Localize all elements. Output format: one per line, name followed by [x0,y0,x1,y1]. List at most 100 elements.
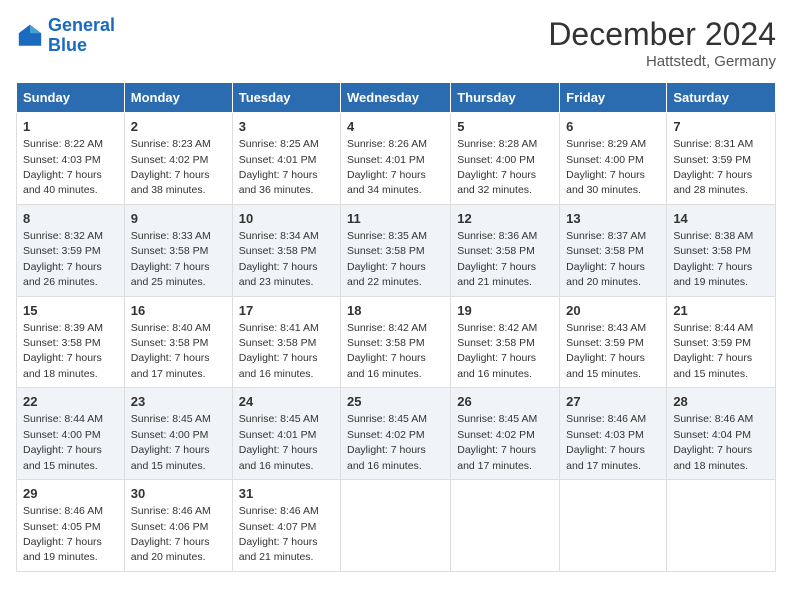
weekday-header: Tuesday [232,83,340,113]
logo-icon [16,22,44,50]
day-info: Sunrise: 8:41 AM Sunset: 3:58 PM Dayligh… [239,322,319,380]
day-info: Sunrise: 8:33 AM Sunset: 3:58 PM Dayligh… [131,230,211,288]
calendar-cell: 26 Sunrise: 8:45 AM Sunset: 4:02 PM Dayli… [451,388,560,480]
day-number: 7 [673,118,769,136]
day-number: 29 [23,485,118,503]
day-number: 9 [131,210,226,228]
day-info: Sunrise: 8:42 AM Sunset: 3:58 PM Dayligh… [347,322,427,380]
day-info: Sunrise: 8:36 AM Sunset: 3:58 PM Dayligh… [457,230,537,288]
logo: General Blue [16,16,115,56]
day-info: Sunrise: 8:46 AM Sunset: 4:06 PM Dayligh… [131,505,211,563]
calendar-cell: 20Sunrise: 8:43 AM Sunset: 3:59 PM Dayli… [560,296,667,388]
calendar-table: SundayMondayTuesdayWednesdayThursdayFrid… [16,82,776,572]
day-info: Sunrise: 8:46 AM Sunset: 4:03 PM Dayligh… [566,413,646,471]
day-number: 3 [239,118,334,136]
calendar-week-row: 15 Sunrise: 8:39 AM Sunset: 3:58 PM Dayli… [17,296,776,388]
calendar-cell: 14Sunrise: 8:38 AM Sunset: 3:58 PM Dayli… [667,204,776,296]
calendar-cell: 7 Sunrise: 8:31 AM Sunset: 3:59 PM Daylig… [667,113,776,205]
weekday-header-row: SundayMondayTuesdayWednesdayThursdayFrid… [17,83,776,113]
weekday-header: Saturday [667,83,776,113]
calendar-cell: 19Sunrise: 8:42 AM Sunset: 3:58 PM Dayli… [451,296,560,388]
day-info: Sunrise: 8:44 AM Sunset: 3:59 PM Dayligh… [673,322,753,380]
calendar-cell: 1 Sunrise: 8:22 AM Sunset: 4:03 PM Daylig… [17,113,125,205]
calendar-cell: 11 Sunrise: 8:35 AM Sunset: 3:58 PM Dayli… [341,204,451,296]
day-info: Sunrise: 8:37 AM Sunset: 3:58 PM Dayligh… [566,230,646,288]
calendar-cell: 18Sunrise: 8:42 AM Sunset: 3:58 PM Dayli… [341,296,451,388]
day-number: 24 [239,393,334,411]
calendar-cell: 28 Sunrise: 8:46 AM Sunset: 4:04 PM Dayli… [667,388,776,480]
calendar-week-row: 22 Sunrise: 8:44 AM Sunset: 4:00 PM Dayli… [17,388,776,480]
calendar-cell: 9 Sunrise: 8:33 AM Sunset: 3:58 PM Daylig… [124,204,232,296]
day-number: 2 [131,118,226,136]
calendar-cell: 3 Sunrise: 8:25 AM Sunset: 4:01 PM Daylig… [232,113,340,205]
day-number: 11 [347,210,444,228]
day-number: 31 [239,485,334,503]
weekday-header: Sunday [17,83,125,113]
calendar-cell [451,480,560,572]
calendar-cell: 8Sunrise: 8:32 AM Sunset: 3:59 PM Daylig… [17,204,125,296]
month-title: December 2024 [548,16,776,53]
calendar-cell: 29 Sunrise: 8:46 AM Sunset: 4:05 PM Dayli… [17,480,125,572]
day-number: 1 [23,118,118,136]
day-info: Sunrise: 8:46 AM Sunset: 4:04 PM Dayligh… [673,413,753,471]
day-number: 28 [673,393,769,411]
day-info: Sunrise: 8:45 AM Sunset: 4:02 PM Dayligh… [457,413,537,471]
calendar-cell: 27 Sunrise: 8:46 AM Sunset: 4:03 PM Dayli… [560,388,667,480]
calendar-cell: 15 Sunrise: 8:39 AM Sunset: 3:58 PM Dayli… [17,296,125,388]
calendar-cell: 21Sunrise: 8:44 AM Sunset: 3:59 PM Dayli… [667,296,776,388]
title-area: December 2024 Hattstedt, Germany [548,16,776,70]
day-info: Sunrise: 8:35 AM Sunset: 3:58 PM Dayligh… [347,230,427,288]
calendar-cell [667,480,776,572]
day-number: 5 [457,118,553,136]
day-info: Sunrise: 8:45 AM Sunset: 4:00 PM Dayligh… [131,413,211,471]
day-info: Sunrise: 8:39 AM Sunset: 3:58 PM Dayligh… [23,322,103,380]
calendar-week-row: 1 Sunrise: 8:22 AM Sunset: 4:03 PM Daylig… [17,113,776,205]
day-info: Sunrise: 8:26 AM Sunset: 4:01 PM Dayligh… [347,138,427,196]
day-number: 25 [347,393,444,411]
calendar-cell: 24 Sunrise: 8:45 AM Sunset: 4:01 PM Dayli… [232,388,340,480]
calendar-cell: 30 Sunrise: 8:46 AM Sunset: 4:06 PM Dayli… [124,480,232,572]
calendar-cell: 2 Sunrise: 8:23 AM Sunset: 4:02 PM Daylig… [124,113,232,205]
day-number: 27 [566,393,660,411]
page-header: General Blue December 2024 Hattstedt, Ge… [16,16,776,70]
calendar-cell [560,480,667,572]
day-info: Sunrise: 8:34 AM Sunset: 3:58 PM Dayligh… [239,230,319,288]
calendar-cell: 5 Sunrise: 8:28 AM Sunset: 4:00 PM Daylig… [451,113,560,205]
day-number: 23 [131,393,226,411]
day-info: Sunrise: 8:32 AM Sunset: 3:59 PM Dayligh… [23,230,103,288]
day-number: 22 [23,393,118,411]
day-info: Sunrise: 8:46 AM Sunset: 4:07 PM Dayligh… [239,505,319,563]
weekday-header: Monday [124,83,232,113]
weekday-header: Thursday [451,83,560,113]
day-info: Sunrise: 8:45 AM Sunset: 4:01 PM Dayligh… [239,413,319,471]
day-number: 15 [23,302,118,320]
day-info: Sunrise: 8:44 AM Sunset: 4:00 PM Dayligh… [23,413,103,471]
calendar-cell: 13 Sunrise: 8:37 AM Sunset: 3:58 PM Dayli… [560,204,667,296]
location-subtitle: Hattstedt, Germany [548,53,776,70]
day-info: Sunrise: 8:40 AM Sunset: 3:58 PM Dayligh… [131,322,211,380]
day-number: 16 [131,302,226,320]
day-info: Sunrise: 8:28 AM Sunset: 4:00 PM Dayligh… [457,138,537,196]
day-info: Sunrise: 8:23 AM Sunset: 4:02 PM Dayligh… [131,138,211,196]
calendar-cell: 22 Sunrise: 8:44 AM Sunset: 4:00 PM Dayli… [17,388,125,480]
weekday-header: Friday [560,83,667,113]
day-info: Sunrise: 8:31 AM Sunset: 3:59 PM Dayligh… [673,138,753,196]
day-number: 26 [457,393,553,411]
day-info: Sunrise: 8:22 AM Sunset: 4:03 PM Dayligh… [23,138,103,196]
calendar-cell: 6Sunrise: 8:29 AM Sunset: 4:00 PM Daylig… [560,113,667,205]
calendar-cell [341,480,451,572]
day-info: Sunrise: 8:38 AM Sunset: 3:58 PM Dayligh… [673,230,753,288]
calendar-cell: 12Sunrise: 8:36 AM Sunset: 3:58 PM Dayli… [451,204,560,296]
calendar-cell: 16 Sunrise: 8:40 AM Sunset: 3:58 PM Dayli… [124,296,232,388]
day-info: Sunrise: 8:29 AM Sunset: 4:00 PM Dayligh… [566,138,646,196]
weekday-header: Wednesday [341,83,451,113]
calendar-cell: 31 Sunrise: 8:46 AM Sunset: 4:07 PM Dayli… [232,480,340,572]
calendar-week-row: 8Sunrise: 8:32 AM Sunset: 3:59 PM Daylig… [17,204,776,296]
day-info: Sunrise: 8:25 AM Sunset: 4:01 PM Dayligh… [239,138,319,196]
day-info: Sunrise: 8:45 AM Sunset: 4:02 PM Dayligh… [347,413,427,471]
calendar-cell: 25 Sunrise: 8:45 AM Sunset: 4:02 PM Dayli… [341,388,451,480]
day-number: 10 [239,210,334,228]
day-number: 13 [566,210,660,228]
day-info: Sunrise: 8:46 AM Sunset: 4:05 PM Dayligh… [23,505,103,563]
day-number: 30 [131,485,226,503]
